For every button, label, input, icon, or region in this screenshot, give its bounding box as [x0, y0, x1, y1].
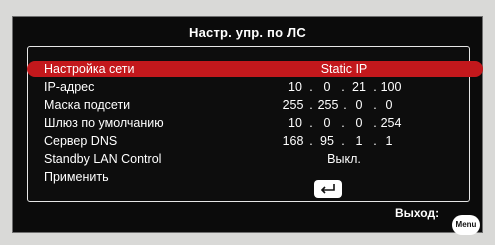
ip-octet[interactable]: 0	[316, 79, 338, 95]
ip-octet[interactable]: 0	[378, 97, 400, 113]
enter-icon	[320, 184, 335, 194]
standby-lan-value[interactable]: Выкл.	[289, 151, 399, 167]
ip-octet[interactable]: 1	[378, 133, 400, 149]
ip-octet[interactable]: 10	[284, 115, 306, 131]
gateway-field[interactable]: 10 . 0 . 0 . 254	[27, 115, 482, 131]
ip-dot: .	[309, 134, 313, 148]
ip-dot: .	[309, 80, 313, 94]
subnet-mask-field[interactable]: 255 . 255 . 0 . 0	[27, 97, 482, 113]
ip-octet[interactable]: 254	[378, 115, 404, 131]
ip-dot: .	[341, 80, 345, 94]
ip-octet[interactable]: 0	[348, 115, 370, 131]
row-default-gateway[interactable]: Шлюз по умолчанию 10 . 0 . 0 . 254	[27, 115, 482, 131]
ip-octet[interactable]: 1	[348, 133, 370, 149]
ip-octet[interactable]: 0	[316, 115, 338, 131]
row-ip-address[interactable]: IP-адрес 10 . 0 . 21 . 100	[27, 79, 482, 95]
row-dns-server[interactable]: Сервер DNS 168 . 95 . 1 . 1	[27, 133, 482, 149]
apply-enter-button[interactable]	[314, 180, 342, 198]
row-label: Применить	[44, 170, 109, 184]
row-network-setting[interactable]: Настройка сети Static IP	[27, 61, 483, 77]
ip-octet[interactable]: 255	[314, 97, 342, 113]
ip-octet[interactable]: 168	[279, 133, 307, 149]
ip-dot: .	[341, 116, 345, 130]
ip-octet[interactable]: 100	[378, 79, 404, 95]
ip-octet[interactable]: 95	[316, 133, 338, 149]
row-subnet-mask[interactable]: Маска подсети 255 . 255 . 0 . 0	[27, 97, 482, 113]
row-apply[interactable]: Применить	[27, 169, 482, 185]
ip-octet[interactable]: 21	[348, 79, 370, 95]
network-mode-value[interactable]: Static IP	[289, 61, 399, 77]
osd-title: Настр. упр. по ЛС	[189, 25, 306, 40]
row-standby-lan-control[interactable]: Standby LAN Control Выкл.	[27, 151, 482, 167]
row-label: Standby LAN Control	[44, 152, 162, 166]
ip-dot: .	[309, 116, 313, 130]
ip-octet[interactable]: 0	[348, 97, 370, 113]
exit-label: Выход:	[395, 206, 440, 220]
row-label: Настройка сети	[44, 62, 135, 76]
dns-server-field[interactable]: 168 . 95 . 1 . 1	[27, 133, 482, 149]
menu-button[interactable]: Menu	[452, 215, 480, 235]
ip-dot: .	[341, 134, 345, 148]
ip-octet[interactable]: 10	[284, 79, 306, 95]
ip-octet[interactable]: 255	[279, 97, 307, 113]
ip-address-field[interactable]: 10 . 0 . 21 . 100	[27, 79, 482, 95]
lan-control-osd: Настр. упр. по ЛС Настройка сети Static …	[12, 16, 483, 235]
